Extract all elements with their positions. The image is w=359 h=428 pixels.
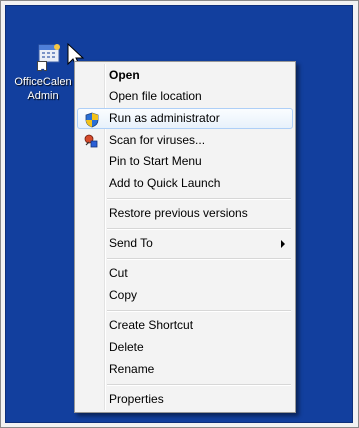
menu-item-open-file-location[interactable]: Open file location [77, 86, 293, 107]
menu-item-rename[interactable]: Rename [77, 359, 293, 380]
menu-separator [107, 198, 291, 200]
menu-item-run-as-administrator[interactable]: Run as administrator [77, 108, 293, 129]
desktop[interactable]: OfficeCalen Admin Open Open file locatio… [5, 5, 353, 423]
menu-separator [107, 258, 291, 260]
menu-item-create-shortcut[interactable]: Create Shortcut [77, 315, 293, 336]
menu-item-add-to-quick-launch[interactable]: Add to Quick Launch [77, 173, 293, 194]
menu-separator [107, 310, 291, 312]
antivirus-icon [84, 134, 98, 148]
shortcut-arrow-icon [37, 61, 47, 74]
menu-item-scan-for-viruses[interactable]: Scan for viruses... [77, 130, 293, 151]
window-frame: OfficeCalen Admin Open Open file locatio… [0, 0, 359, 428]
menu-item-cut[interactable]: Cut [77, 263, 293, 284]
context-menu: Open Open file location Run as administr… [74, 61, 296, 413]
submenu-arrow-icon [281, 240, 285, 248]
menu-separator [107, 384, 291, 386]
desktop-shortcut-officecalendar[interactable]: OfficeCalen Admin [12, 40, 72, 110]
menu-item-open[interactable]: Open [77, 65, 293, 86]
menu-item-properties[interactable]: Properties [77, 389, 293, 410]
menu-item-restore-previous-versions[interactable]: Restore previous versions [77, 203, 293, 224]
menu-item-copy[interactable]: Copy [77, 285, 293, 306]
menu-separator [107, 228, 291, 230]
menu-item-pin-to-start-menu[interactable]: Pin to Start Menu [77, 151, 293, 172]
menu-item-send-to[interactable]: Send To [77, 233, 293, 254]
menu-item-delete[interactable]: Delete [77, 337, 293, 358]
shortcut-label: OfficeCalen Admin [14, 76, 72, 102]
uac-shield-icon [85, 112, 99, 128]
